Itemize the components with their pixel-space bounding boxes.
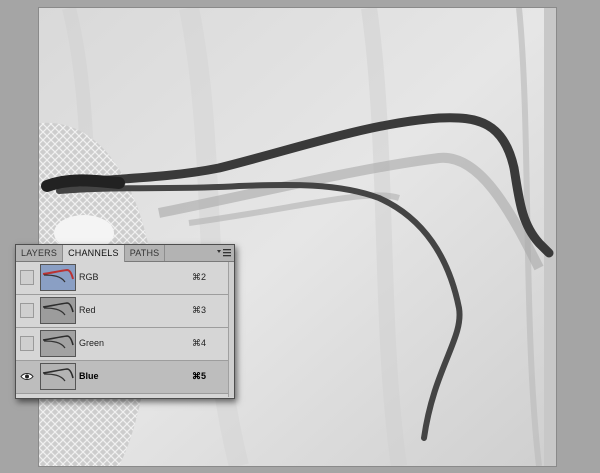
tab-layers[interactable]: LAYERS <box>16 245 64 261</box>
channel-name: Blue <box>79 371 99 381</box>
workspace-background <box>0 0 600 473</box>
channels-panel: LAYERS CHANNELS PATHS RGB ⌘2 Red ⌘3 Gree… <box>15 244 235 399</box>
channel-row-green[interactable]: Green ⌘4 <box>16 328 234 361</box>
visibility-toggle[interactable] <box>20 270 34 285</box>
visibility-toggle[interactable] <box>20 303 34 318</box>
channel-list: RGB ⌘2 Red ⌘3 Green ⌘4 Blue ⌘5 <box>16 262 234 394</box>
visibility-toggle[interactable] <box>20 369 34 384</box>
channel-thumbnail-blue <box>40 363 76 390</box>
channel-name: Green <box>79 338 105 348</box>
panel-scroll-gutter[interactable] <box>228 262 234 397</box>
tab-channels[interactable]: CHANNELS <box>63 245 125 262</box>
channel-shortcut: ⌘5 <box>192 371 207 381</box>
panel-menu-icon[interactable] <box>216 247 232 258</box>
channel-shortcut: ⌘3 <box>192 305 207 315</box>
channel-row-blue[interactable]: Blue ⌘5 <box>16 361 234 394</box>
panel-tab-bar: LAYERS CHANNELS PATHS <box>16 245 234 262</box>
visibility-toggle[interactable] <box>20 336 34 351</box>
channel-name: RGB <box>79 272 99 282</box>
eye-icon <box>20 373 34 380</box>
channel-thumbnail-green <box>40 330 76 357</box>
channel-shortcut: ⌘4 <box>192 338 207 348</box>
channel-name: Red <box>79 305 96 315</box>
channel-shortcut: ⌘2 <box>192 272 207 282</box>
channel-row-rgb[interactable]: RGB ⌘2 <box>16 262 234 295</box>
channel-row-red[interactable]: Red ⌘3 <box>16 295 234 328</box>
tab-paths[interactable]: PATHS <box>125 245 166 261</box>
channel-thumbnail-red <box>40 297 76 324</box>
channel-thumbnail-rgb <box>40 264 76 291</box>
